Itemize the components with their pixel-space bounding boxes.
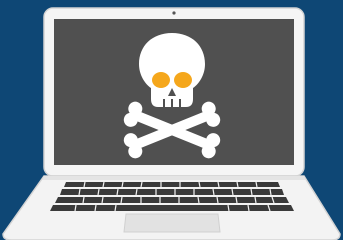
- right-eye: [174, 72, 192, 88]
- webcam-icon: [172, 11, 176, 15]
- illustration-scene: [0, 0, 343, 240]
- trackpad: [123, 213, 221, 233]
- left-eye: [152, 72, 170, 88]
- laptop-base: [2, 175, 341, 240]
- laptop-illustration: [2, 7, 341, 240]
